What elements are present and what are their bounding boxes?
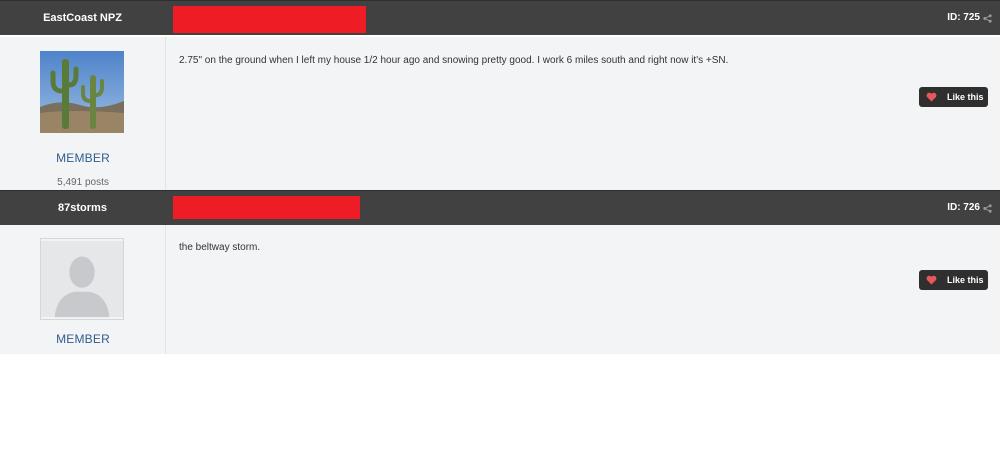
share-icon[interactable] (983, 204, 992, 213)
redaction-box (173, 6, 366, 33)
post-id-link[interactable]: ID: 726 (947, 191, 980, 226)
author-sidebar: MEMBER (0, 225, 166, 354)
like-button-label: Like this (947, 92, 984, 102)
like-button[interactable]: Like this (919, 87, 988, 107)
author-name-link[interactable]: 87storms (0, 191, 165, 226)
post-content: the beltway storm. (179, 242, 261, 253)
author-avatar[interactable] (40, 51, 124, 133)
heart-icon (926, 275, 937, 285)
share-icon[interactable] (983, 14, 992, 23)
post-id-link[interactable]: ID: 725 (947, 1, 980, 36)
post-body: MEMBER 5,491 posts 2.75" on the ground w… (0, 37, 1000, 190)
redaction-box (173, 196, 360, 219)
post-body: MEMBER the beltway storm. Like this (0, 225, 1000, 354)
author-sidebar: MEMBER 5,491 posts (0, 37, 166, 190)
post-content: 2.75" on the ground when I left my house… (179, 55, 729, 66)
like-button[interactable]: Like this (919, 270, 988, 290)
author-name-link[interactable]: EastCoast NPZ (0, 1, 165, 36)
post-header: EastCoast NPZ ID: 725 (0, 0, 1000, 35)
author-avatar[interactable] (40, 238, 124, 320)
post-725: EastCoast NPZ ID: 725 MEMBER 5,491 posts… (0, 0, 1000, 190)
author-role: MEMBER (56, 332, 110, 346)
author-post-count: 5,491 posts (57, 177, 109, 188)
author-role: MEMBER (56, 151, 110, 165)
post-header: 87storms ID: 726 (0, 190, 1000, 225)
heart-icon (926, 92, 937, 102)
like-button-label: Like this (947, 275, 984, 285)
post-726: 87storms ID: 726 MEMBER the beltway stor… (0, 190, 1000, 354)
